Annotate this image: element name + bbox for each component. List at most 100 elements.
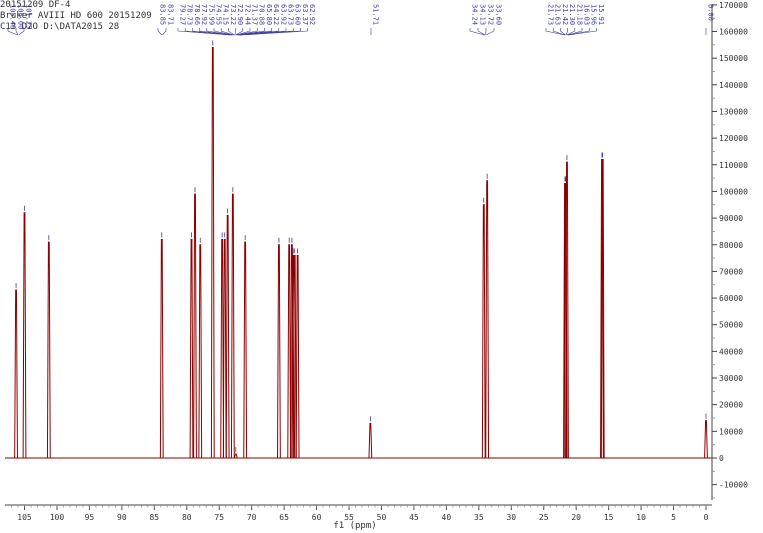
peak-label: 63.92 <box>279 4 287 25</box>
x-tick-label: 95 <box>85 513 95 522</box>
x-tick-label: 100 <box>50 513 65 522</box>
y-tick-label: 10000 <box>719 427 743 436</box>
x-axis-title: f1 (ppm) <box>333 521 376 531</box>
peak-label: 75.99 <box>207 4 215 25</box>
peak-label: 63.73 <box>287 4 295 25</box>
spectrum-peak <box>277 244 281 459</box>
spectrum-peak <box>198 244 203 459</box>
y-tick-label: 170000 <box>719 1 748 10</box>
peak-label: 21.30 <box>568 4 576 25</box>
spectrum-peak <box>295 254 300 459</box>
x-tick-label: 45 <box>409 513 419 522</box>
y-tick-label: 150000 <box>719 54 748 63</box>
y-tick-label: 90000 <box>719 214 743 223</box>
peak-label: 62.92 <box>308 4 316 25</box>
peak-label: 15.96 <box>590 4 598 25</box>
y-tick-label: 20000 <box>719 401 743 410</box>
y-tick-label: 0 <box>719 454 724 463</box>
y-tick-label: 100000 <box>719 187 748 196</box>
peak-label-layer: 105.48 105.00 101.25 83.85 83.71 79.27 78.73 78… <box>7 4 715 36</box>
spectrum-peak <box>159 238 164 459</box>
x-axis: 105 100 95 90 85 80 75 70 65 60 55 50 45 40 35 30 25 20 15… <box>5 504 712 522</box>
y-tick-label: 110000 <box>719 161 748 170</box>
peak-label: 74.55 <box>215 4 223 25</box>
peak-label: 33.60 <box>495 4 503 25</box>
peak-label: 83.71 <box>167 4 175 25</box>
peak-label: 63.60 <box>294 4 302 25</box>
spectrum-peak <box>14 289 18 459</box>
spectrum-peak <box>189 238 194 459</box>
peak-label: 34.13 <box>479 4 487 25</box>
peak-label: 21.73 <box>547 4 555 25</box>
peak-label: 65.80 <box>265 4 273 25</box>
peak-label: 21.18 <box>575 4 583 25</box>
x-tick-label: 60 <box>312 513 322 522</box>
y-tick-label: 60000 <box>719 294 743 303</box>
y-tick-label: 160000 <box>719 28 748 37</box>
y-tick-label: 40000 <box>719 347 743 356</box>
nmr-spectrum-chart: 105.48 105.00 101.25 83.85 83.71 79.27 78.73 78… <box>5 1 748 531</box>
spectrum-peak <box>368 422 373 459</box>
spectrum-peak <box>225 214 230 459</box>
peak-label: 15.91 <box>597 4 605 25</box>
x-tick-label: 80 <box>182 513 192 522</box>
spectrum-peak <box>704 420 708 459</box>
peak-label: 73.22 <box>229 4 237 25</box>
y-tick-label: 70000 <box>719 267 743 276</box>
x-tick-label: 65 <box>279 513 289 522</box>
peak-label: 78.66 <box>193 4 201 25</box>
peak-label: 72.90 <box>236 4 244 25</box>
peak-label: 79.27 <box>179 4 187 25</box>
spectrum-peak <box>243 241 248 459</box>
peak-label-leader <box>486 28 495 36</box>
peak-label: 21.42 <box>561 4 569 25</box>
spectrum-peak <box>233 453 238 459</box>
peak-label: 63.37 <box>301 4 309 25</box>
x-tick-label: 50 <box>377 513 387 522</box>
peak-label: 101.25 <box>25 4 33 29</box>
peak-label: 72.44 <box>243 4 251 25</box>
spectrum-layer <box>5 40 712 459</box>
x-tick-label: 75 <box>214 513 224 522</box>
x-tick-label: 10 <box>636 513 646 522</box>
peak-label: 83.85 <box>159 4 167 25</box>
y-axis: -10000 0 10000 20000 30000 40000 50000 60000 700… <box>711 1 748 500</box>
peak-label: 71.37 <box>251 4 259 25</box>
x-tick-label: 30 <box>506 513 516 522</box>
x-tick-label: 85 <box>149 513 159 522</box>
x-tick-label: 5 <box>671 513 676 522</box>
peak-label: 77.92 <box>200 4 208 25</box>
peak-label: 105.00 <box>17 4 25 29</box>
peak-label: 78.73 <box>186 4 194 25</box>
x-tick-label: 0 <box>704 513 709 522</box>
spectrum-peak <box>230 193 235 459</box>
peak-label: 105.48 <box>9 4 17 29</box>
y-tick-label: 140000 <box>719 81 748 90</box>
peak-label-leader <box>162 28 167 36</box>
y-tick-label: -10000 <box>719 481 748 490</box>
y-tick-label: 80000 <box>719 241 743 250</box>
x-tick-label: 15 <box>604 513 614 522</box>
spectrum-peak <box>485 180 490 459</box>
peak-label: 74.15 <box>222 4 230 25</box>
peak-label: 33.72 <box>487 4 495 25</box>
peak-label-leader <box>157 28 163 36</box>
x-tick-label: 25 <box>539 513 549 522</box>
peak-label-leader <box>469 28 485 36</box>
peak-label: 21.63 <box>554 4 562 25</box>
peak-label: 70.88 <box>258 4 266 25</box>
spectrum-peak <box>222 238 227 459</box>
x-tick-label: 70 <box>247 513 257 522</box>
y-tick-label: 130000 <box>719 107 748 116</box>
spectrum-peak <box>193 193 197 459</box>
x-tick-label: 40 <box>442 513 452 522</box>
spectrum-peak <box>210 46 215 459</box>
x-tick-label: 35 <box>474 513 484 522</box>
y-tick-label: 120000 <box>719 134 748 143</box>
peak-label-leader <box>234 28 236 36</box>
y-tick-label: 50000 <box>719 321 743 330</box>
spectrum-peak <box>22 212 27 459</box>
peak-label: 16.03 <box>583 4 591 25</box>
peak-label: 34.24 <box>471 4 479 25</box>
spectrum-peak <box>481 204 486 459</box>
